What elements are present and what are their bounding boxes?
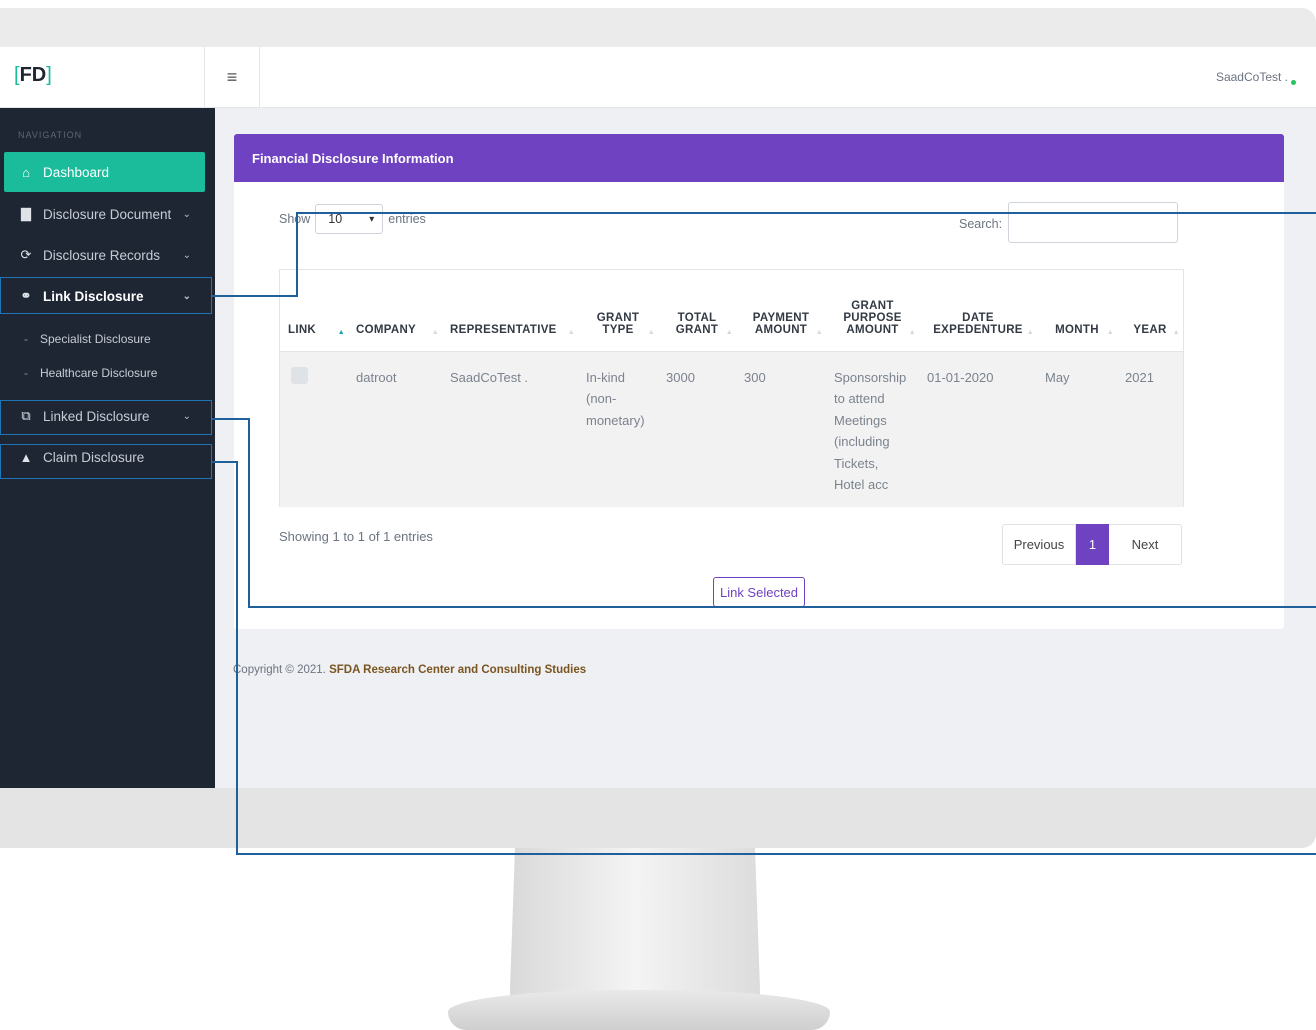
chevron-down-icon: ▾ bbox=[369, 213, 375, 225]
table-row: datroot SaadCoTest . In-kind (non-moneta… bbox=[280, 351, 1183, 507]
pagination-page-1[interactable]: 1 bbox=[1076, 524, 1109, 565]
app-screen: [FD] ≡ SaadCoTest . NAVIGATION ⌂ Dashboa… bbox=[0, 47, 1316, 788]
callout-line bbox=[236, 853, 1316, 855]
home-icon: ⌂ bbox=[22, 164, 30, 180]
column-header-month[interactable]: MONTH ▲ bbox=[1037, 270, 1117, 352]
callout-line bbox=[212, 461, 238, 463]
row-checkbox[interactable] bbox=[291, 366, 308, 384]
column-header-company[interactable]: COMPANY ▲ bbox=[348, 270, 442, 352]
callout-line bbox=[236, 461, 238, 855]
cell-grant-purpose: Sponsorship to attend Meetings (includin… bbox=[826, 351, 919, 507]
warning-icon: ▲ bbox=[19, 449, 33, 465]
monitor-chin bbox=[0, 788, 1316, 848]
online-status-dot bbox=[1291, 80, 1296, 85]
logo-area: [FD] bbox=[0, 47, 205, 108]
cell-company: datroot bbox=[348, 351, 442, 507]
disclosure-card: Financial Disclosure Information Show 10… bbox=[234, 134, 1284, 629]
column-header-representative[interactable]: REPRESENTATIVE ▲ bbox=[442, 270, 578, 352]
nav-section-label: NAVIGATION bbox=[18, 130, 83, 140]
table-header-row: LINK ▲ COMPANY ▲ REPRESENTATIVE ▲ GRANT TYP… bbox=[280, 270, 1183, 352]
refresh-icon: ⟳ bbox=[20, 247, 32, 262]
cell-grant-type: In-kind (non-monetary) bbox=[578, 351, 658, 507]
column-header-payment-amount[interactable]: PAYMENT AMOUNT ▲ bbox=[736, 270, 826, 352]
sidebar-subitem-healthcare[interactable]: - Healthcare Disclosure bbox=[0, 359, 210, 387]
cell-date: 01-01-2020 bbox=[919, 351, 1037, 507]
chevron-down-icon: ⌄ bbox=[182, 249, 191, 261]
chevron-down-icon: ⌄ bbox=[182, 208, 191, 220]
external-link-icon: ⧉ bbox=[21, 408, 31, 423]
chevron-down-icon: ⌄ bbox=[182, 410, 191, 422]
footer-org-link[interactable]: SFDA Research Center and Consulting Stud… bbox=[329, 664, 586, 676]
search-input[interactable] bbox=[1008, 202, 1178, 243]
cell-year: 2021 bbox=[1117, 351, 1183, 507]
pagination: Previous 1 Next bbox=[1002, 524, 1182, 565]
monitor-base bbox=[448, 990, 830, 1030]
document-icon: ▇ bbox=[21, 206, 31, 221]
search-label: Search: bbox=[959, 217, 1003, 231]
cell-link bbox=[280, 351, 348, 507]
callout-line bbox=[212, 295, 298, 297]
top-bar: [FD] ≡ SaadCoTest . bbox=[0, 47, 1316, 108]
sidebar-item-linked-disclosure[interactable]: ⧉ Linked Disclosure ⌄ bbox=[4, 396, 205, 436]
table-info: Showing 1 to 1 of 1 entries bbox=[279, 529, 433, 544]
sidebar-item-disclosure-records[interactable]: ⟳ Disclosure Records ⌄ bbox=[4, 235, 205, 275]
column-header-grant-type[interactable]: GRANT TYPE ▲ bbox=[578, 270, 658, 352]
pagination-previous[interactable]: Previous bbox=[1003, 525, 1076, 564]
sidebar-subitem-specialist[interactable]: - Specialist Disclosure bbox=[0, 325, 210, 353]
column-header-year[interactable]: YEAR ▲ bbox=[1117, 270, 1183, 352]
user-menu[interactable]: SaadCoTest . bbox=[1216, 70, 1288, 84]
chevron-down-icon: ⌄ bbox=[182, 290, 191, 302]
sidebar-item-disclosure-document[interactable]: ▇ Disclosure Document ⌄ bbox=[4, 194, 205, 234]
cell-total-grant: 3000 bbox=[658, 351, 736, 507]
card-title: Financial Disclosure Information bbox=[234, 134, 1284, 182]
column-header-grant-purpose[interactable]: GRANT PURPOSE AMOUNT ▲ bbox=[826, 270, 919, 352]
link-icon: ⚭ bbox=[20, 288, 32, 303]
sidebar: NAVIGATION ⌂ Dashboard ▇ Disclosure Docu… bbox=[0, 108, 215, 788]
callout-line bbox=[212, 418, 250, 420]
pagination-next[interactable]: Next bbox=[1109, 525, 1181, 564]
page-size-control: Show 10 ▾ entries bbox=[279, 204, 426, 234]
app-logo[interactable]: [FD] bbox=[14, 64, 52, 87]
monitor-mockup: [FD] ≡ SaadCoTest . NAVIGATION ⌂ Dashboa… bbox=[0, 0, 1316, 1030]
page-size-select[interactable]: 10 ▾ bbox=[315, 204, 384, 234]
hamburger-icon[interactable]: ≡ bbox=[205, 47, 260, 108]
sidebar-item-claim-disclosure[interactable]: ▲ Claim Disclosure bbox=[4, 437, 205, 477]
sidebar-item-link-disclosure[interactable]: ⚭ Link Disclosure ⌄ bbox=[4, 276, 205, 316]
column-header-total-grant[interactable]: TOTAL GRANT ▲ bbox=[658, 270, 736, 352]
callout-line bbox=[248, 418, 250, 608]
footer: Copyright © 2021. SFDA Research Center a… bbox=[233, 664, 587, 676]
cell-representative: SaadCoTest . bbox=[442, 351, 578, 507]
column-header-date[interactable]: DATE EXPEDENTURE ▲ bbox=[919, 270, 1037, 352]
callout-line bbox=[296, 213, 298, 297]
callout-line bbox=[248, 606, 1316, 608]
link-selected-button[interactable]: Link Selected bbox=[713, 577, 805, 607]
monitor-stand bbox=[510, 848, 760, 1008]
sidebar-item-dashboard[interactable]: ⌂ Dashboard bbox=[4, 152, 205, 192]
cell-month: May bbox=[1037, 351, 1117, 507]
disclosure-table: LINK ▲ COMPANY ▲ REPRESENTATIVE ▲ GRANT TYP… bbox=[279, 269, 1184, 507]
cell-payment-amount: 300 bbox=[736, 351, 826, 507]
callout-line bbox=[296, 212, 1316, 214]
column-header-link[interactable]: LINK ▲ bbox=[280, 270, 348, 352]
